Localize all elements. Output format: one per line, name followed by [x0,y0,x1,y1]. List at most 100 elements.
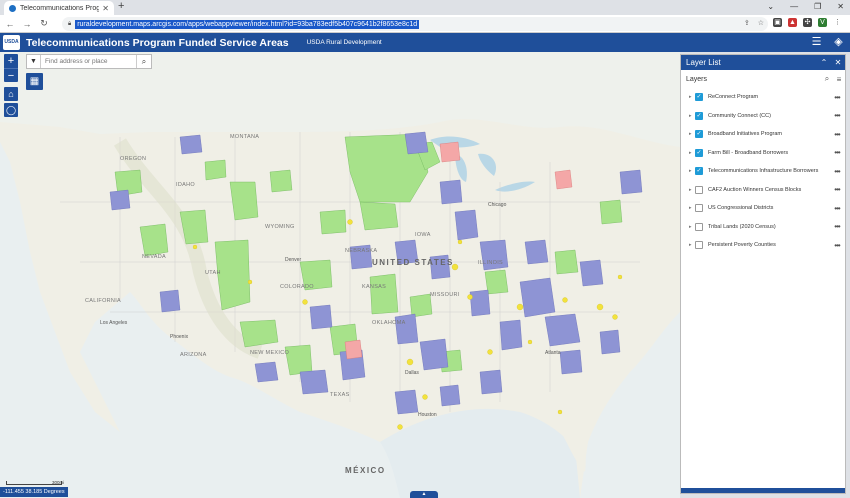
url-text[interactable]: ruraldevelopment.maps.arcgis.com/apps/we… [75,19,420,29]
collapse-panel-icon[interactable]: ⌃ [817,58,831,67]
layer-name: US Congressional Districts [708,205,774,212]
scale-label: 300mi [52,480,65,485]
restore-icon[interactable]: ❐ [814,0,821,14]
legend-list-icon[interactable]: ☰ [809,35,824,50]
more-options-icon[interactable]: ••• [829,204,845,213]
layer-rows: ▸ ✓ ReConnect Program ••• ▸ ✓ Community Connec… [681,88,845,255]
layer-row[interactable]: ▸ Tribal Lands (2020 Census) ••• [681,218,845,237]
locate-button[interactable]: ◯ [4,103,18,117]
search-box: ▼ ⌕ [26,54,152,69]
forward-icon[interactable]: → [20,19,34,29]
address-bar[interactable]: 🔒︎ ruraldevelopment.maps.arcgis.com/apps… [62,17,768,31]
zoom-in-button[interactable]: + [4,54,18,68]
map-label-dallas: Dallas [405,370,419,376]
layer-name: Telecommunications Infrastructure Borrow… [708,168,819,175]
more-options-icon[interactable]: ••• [829,93,845,102]
menu-icon[interactable]: ⋮ [833,18,842,27]
layer-visibility-checkbox[interactable] [695,185,703,194]
layer-visibility-checkbox[interactable]: ✓ [695,148,703,157]
back-icon[interactable]: ← [3,19,17,29]
layer-visibility-checkbox[interactable] [695,241,703,250]
layer-name: Persistent Poverty Counties [708,242,776,249]
layer-row[interactable]: ▸ CAF2 Auction Winners Census Blocks ••• [681,181,845,200]
attribution-toggle[interactable]: ▲ [410,491,438,498]
map-label-illinois: ILLINOIS [478,260,504,266]
star-icon[interactable]: ☆ [758,19,764,27]
layer-name: Tribal Lands (2020 Census) [708,223,776,230]
new-tab-icon[interactable]: + [118,0,124,12]
layer-name: Community Connect (CC) [708,112,771,119]
search-icon: ⌕ [141,57,147,66]
panel-title: Layer List [686,58,721,67]
pdf-extension-icon[interactable]: ▲ [788,18,797,27]
layer-row[interactable]: ▸ ✓ Farm Bill - Broadband Borrowers ••• [681,144,845,163]
app-title: Telecommunications Program Funded Servic… [26,36,289,49]
extension-icon[interactable]: ▣ [773,18,782,27]
layer-row[interactable]: ▸ ✓ Broadband Initiatives Program ••• [681,125,845,144]
layer-row[interactable]: ▸ ✓ Community Connect (CC) ••• [681,107,845,126]
map-label-houston: Houston [418,412,437,418]
arcgis-favicon-icon [9,4,16,12]
more-options-icon[interactable]: ••• [829,222,845,231]
map-label-missouri: MISSOURI [430,292,460,298]
more-options-icon[interactable]: ••• [829,111,845,120]
profile-icon[interactable]: V [818,18,827,27]
layer-visibility-checkbox[interactable] [695,222,703,231]
zoom-control: + − [4,54,18,82]
lock-icon[interactable]: 🔒︎ [68,21,71,28]
more-options-icon[interactable]: ••• [829,167,845,176]
layer-options-icon[interactable]: ≡ [833,75,845,84]
more-options-icon[interactable]: ••• [829,148,845,157]
layer-visibility-checkbox[interactable] [695,204,703,213]
close-panel-icon[interactable]: ✕ [831,58,845,67]
search-layers-icon[interactable]: ⌕ [821,74,833,84]
layer-visibility-checkbox[interactable]: ✓ [695,130,703,139]
layer-row[interactable]: ▸ ✓ Telecommunications Infrastructure Borr… [681,162,845,181]
map-label-chicago: Chicago [488,202,507,208]
layer-visibility-checkbox[interactable]: ✓ [695,93,703,102]
map-label-mexico: MÉXICO [345,466,386,475]
share-icon[interactable]: ⇪ [744,19,750,27]
map-label-montana: MONTANA [230,134,260,140]
browser-tab-bar: Telecommunications Program Fu ✕ + ⌄ — ❐ … [0,0,850,15]
home-button[interactable]: ⌂ [4,87,18,101]
more-options-icon[interactable]: ••• [829,241,845,250]
map-label-idaho: IDAHO [176,182,195,188]
reload-icon[interactable]: ↻ [37,18,51,29]
map-label-oregon: OREGON [120,156,147,162]
search-input[interactable] [41,58,136,65]
search-button[interactable]: ⌕ [136,55,151,68]
close-window-icon[interactable]: ✕ [837,0,844,14]
layer-row[interactable]: ▸ US Congressional Districts ••• [681,199,845,218]
map-label-nevada: NEVADA [142,254,167,260]
map-label-oklahoma: OKLAHOMA [372,320,406,326]
map-view[interactable]: OREGON IDAHO MONTANA WYOMING NEVADA UTAH… [0,52,680,498]
basemap-gallery-button[interactable]: ▦ [26,73,43,90]
layer-visibility-checkbox[interactable]: ✓ [695,167,703,176]
browser-tab[interactable]: Telecommunications Program Fu ✕ [4,1,114,15]
minimize-icon[interactable]: — [790,0,798,14]
more-options-icon[interactable]: ••• [829,130,845,139]
more-options-icon[interactable]: ••• [829,185,845,194]
puzzle-icon[interactable]: ✣ [803,18,812,27]
chevron-down-icon[interactable]: ⌄ [767,0,774,14]
panel-footer [681,488,845,493]
close-tab-icon[interactable]: ✕ [102,4,109,13]
map-label-wyoming: WYOMING [265,224,295,230]
layer-name: Farm Bill - Broadband Borrowers [708,149,789,156]
map-label-kansas: KANSAS [362,284,387,290]
tab-title: Telecommunications Program Fu [20,4,100,12]
layer-row[interactable]: ▸ Persistent Poverty Counties ••• [681,236,845,255]
map-label-arizona: ARIZONA [180,352,207,358]
zoom-out-button[interactable]: − [4,68,18,82]
layer-row[interactable]: ▸ ✓ ReConnect Program ••• [681,88,845,107]
layer-name: CAF2 Auction Winners Census Blocks [708,186,802,193]
map-label-texas: TEXAS [330,392,350,398]
map-label-atlanta: Atlanta [545,350,561,356]
layers-heading: Layers [686,75,708,83]
layer-visibility-checkbox[interactable]: ✓ [695,111,703,120]
window-controls: ⌄ — ❐ ✕ [767,0,844,14]
map-label-united-states: UNITED STATES [372,258,454,267]
layers-icon[interactable]: ◈ [831,35,846,50]
search-source-dropdown[interactable]: ▼ [27,55,41,68]
